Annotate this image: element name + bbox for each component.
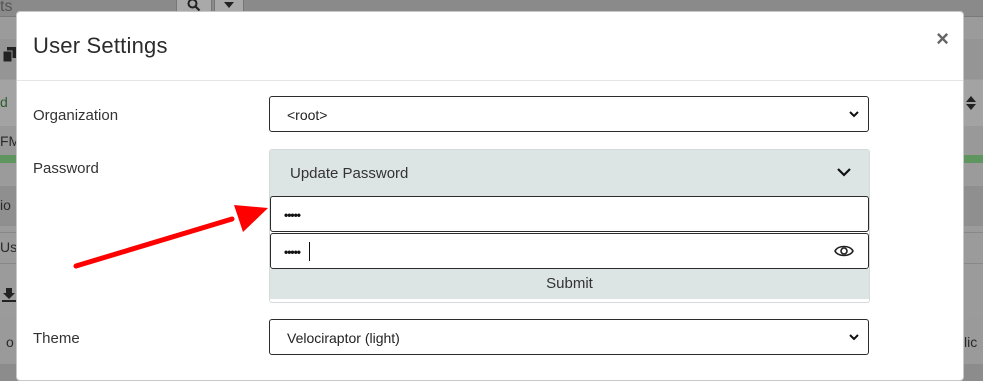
background-search-text: ts (0, 0, 13, 15)
background-text: lic (964, 334, 978, 350)
background-text: io (0, 197, 11, 213)
chevron-down-icon (849, 334, 859, 341)
confirm-password-value: ••••• (284, 245, 301, 259)
password-panel: Update Password ••••• ••••• Submit (269, 149, 870, 303)
background-progress (964, 155, 983, 163)
user-settings-modal: User Settings × Organization <root> Pass… (16, 11, 964, 381)
chevron-down-icon (849, 111, 859, 118)
chevron-down-icon (837, 168, 851, 177)
background-text: o (6, 334, 14, 350)
theme-select[interactable]: Velociraptor (light) (269, 319, 869, 355)
copy-icon (3, 47, 16, 62)
organization-select-value: <root> (287, 107, 328, 123)
sort-icon (966, 96, 976, 110)
password-label: Password (33, 160, 99, 177)
organization-select[interactable]: <root> (269, 96, 869, 132)
theme-select-value: Velociraptor (light) (287, 330, 400, 346)
caret-down-icon (224, 1, 234, 8)
background-text: d (0, 94, 8, 110)
organization-label: Organization (33, 107, 119, 124)
close-icon[interactable]: × (936, 28, 949, 50)
new-password-value: ••••• (284, 208, 301, 222)
new-password-field[interactable]: ••••• (270, 196, 869, 232)
confirm-password-field[interactable]: ••••• (270, 233, 869, 269)
background-progress (0, 155, 16, 163)
eye-icon[interactable] (834, 243, 854, 259)
update-password-toggle[interactable]: Update Password (270, 150, 869, 197)
submit-button[interactable]: Submit (270, 269, 869, 299)
modal-header: User Settings × (17, 12, 963, 81)
download-icon (2, 288, 16, 302)
modal-title: User Settings (33, 33, 168, 58)
theme-label: Theme (33, 330, 80, 347)
text-caret (309, 242, 310, 261)
update-password-label: Update Password (290, 165, 409, 182)
search-icon (187, 0, 201, 12)
